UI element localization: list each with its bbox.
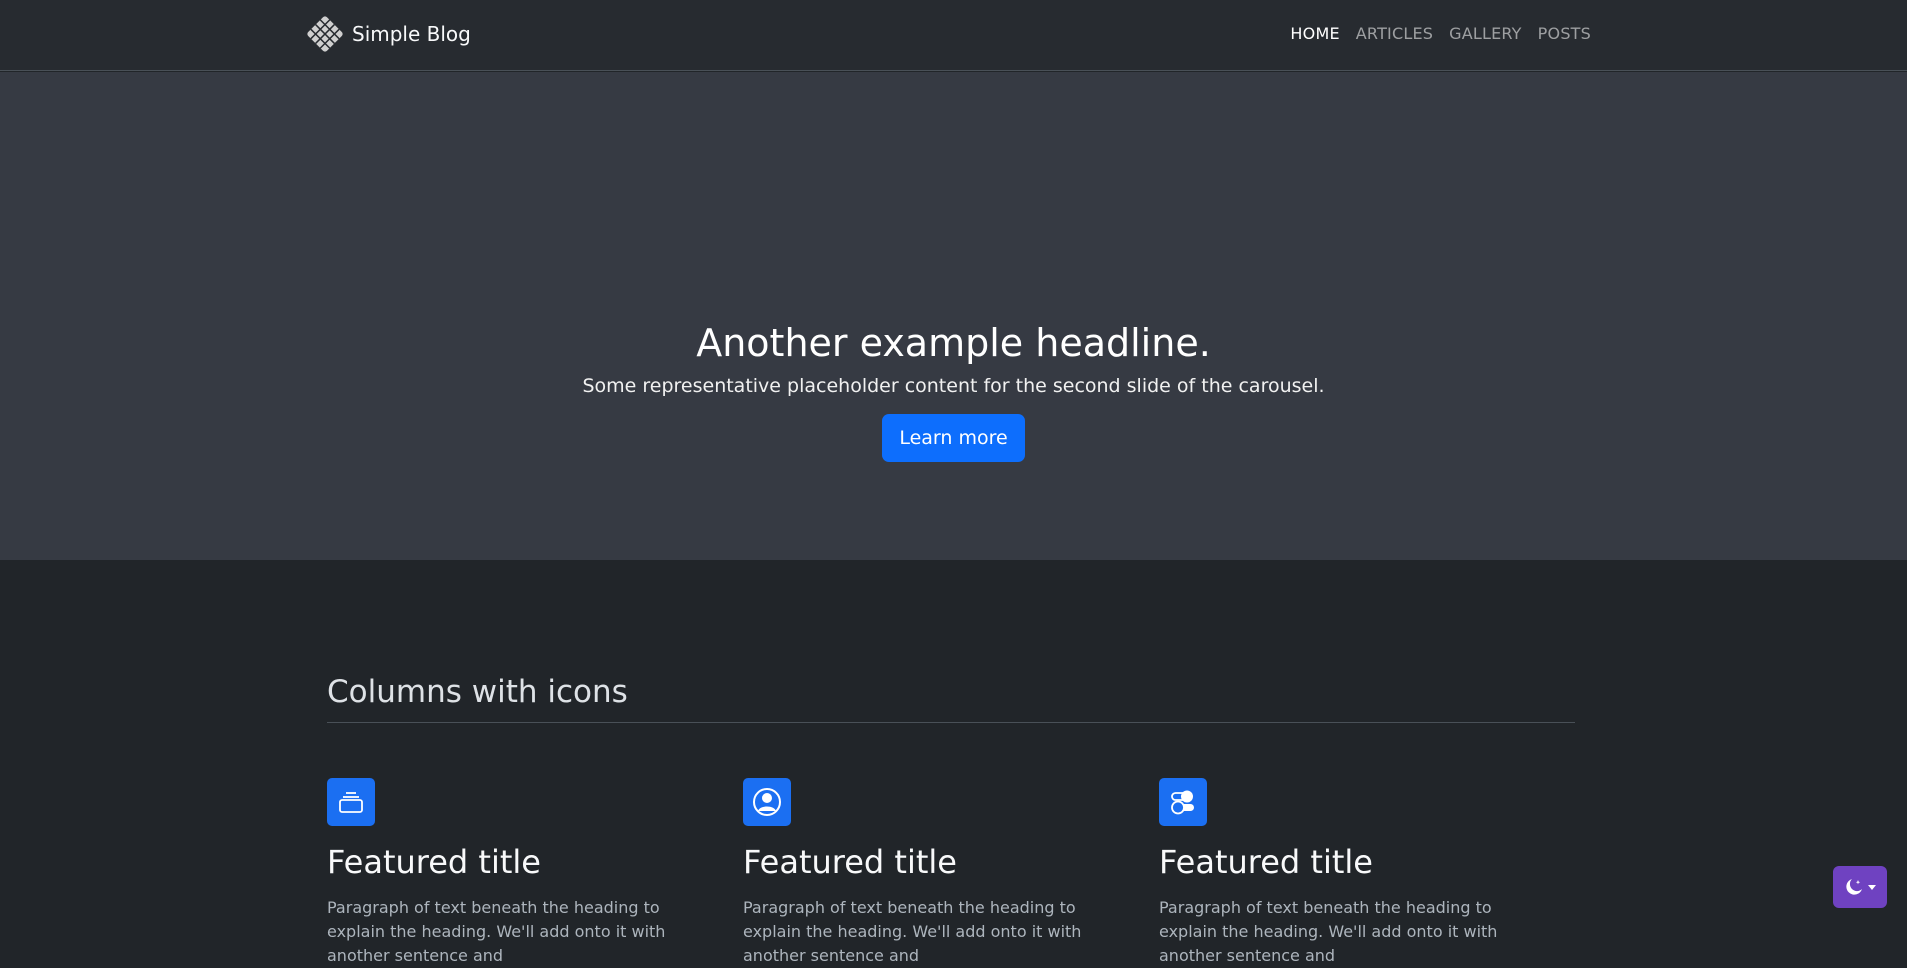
feature-column: Featured title Paragraph of text beneath… bbox=[327, 778, 743, 968]
theme-toggle-button[interactable] bbox=[1833, 866, 1887, 908]
nav-link-articles[interactable]: ARTICLES bbox=[1356, 24, 1433, 43]
brand-name: Simple Blog bbox=[352, 22, 471, 46]
feature-text: Paragraph of text beneath the heading to… bbox=[743, 898, 1082, 965]
hero-title: Another example headline. bbox=[696, 321, 1211, 365]
feature-column: Featured title Paragraph of text beneath… bbox=[1159, 778, 1575, 968]
nav-link-home[interactable]: HOME bbox=[1290, 24, 1339, 43]
feature-text: Paragraph of text beneath the heading to… bbox=[1159, 898, 1498, 965]
toggles-icon bbox=[1159, 778, 1207, 826]
features-section: Columns with icons Featured title Paragr… bbox=[327, 670, 1575, 968]
moon-stars-icon bbox=[1846, 879, 1862, 895]
feature-text: Paragraph of text beneath the heading to… bbox=[327, 898, 666, 965]
carousel-caption: Another example headline. Some represent… bbox=[0, 320, 1907, 462]
collection-icon bbox=[327, 778, 375, 826]
feature-columns: Featured title Paragraph of text beneath… bbox=[327, 778, 1575, 968]
brand-link[interactable]: Simple Blog bbox=[306, 14, 471, 54]
section-title: Columns with icons bbox=[327, 670, 1575, 723]
feature-title: Featured title bbox=[327, 843, 541, 881]
feature-title: Featured title bbox=[1159, 843, 1373, 881]
nav-link-gallery[interactable]: GALLERY bbox=[1449, 24, 1522, 43]
navbar: Simple Blog HOME ARTICLES GALLERY POSTS bbox=[0, 0, 1907, 71]
person-circle-icon bbox=[743, 778, 791, 826]
feature-title: Featured title bbox=[743, 843, 957, 881]
feature-column: Featured title Paragraph of text beneath… bbox=[743, 778, 1159, 968]
learn-more-button[interactable]: Learn more bbox=[882, 414, 1025, 462]
nav-link-posts[interactable]: POSTS bbox=[1538, 24, 1591, 43]
nav-links: HOME ARTICLES GALLERY POSTS bbox=[1274, 24, 1591, 43]
chevron-down-icon bbox=[1868, 884, 1876, 890]
woven-grid-logo-icon bbox=[307, 16, 343, 52]
hero-subtitle: Some representative placeholder content … bbox=[582, 375, 1325, 397]
hero-carousel-slide: Another example headline. Some represent… bbox=[0, 72, 1907, 560]
